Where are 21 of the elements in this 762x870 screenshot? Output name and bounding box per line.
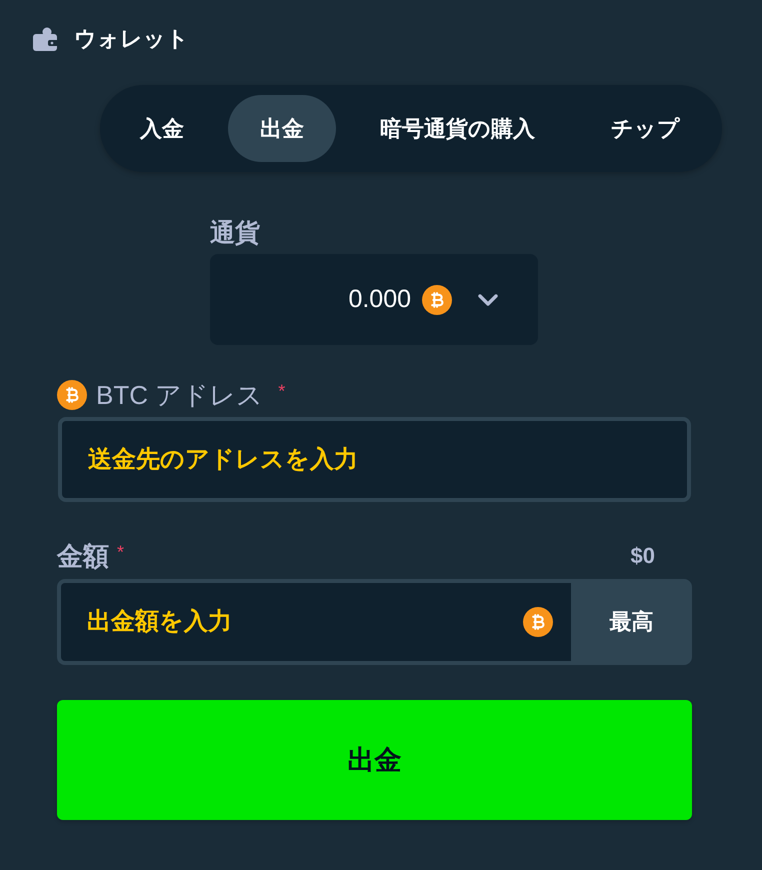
wallet-title: ウォレット [74, 26, 189, 52]
address-label: BTC アドレス [96, 379, 264, 411]
wallet-icon [33, 27, 59, 51]
required-mark: * [117, 542, 124, 563]
amount-input-field[interactable]: 出金額を入力 [57, 579, 571, 665]
tab[interactable]: 入金 [108, 95, 216, 162]
bitcoin-icon [57, 380, 87, 410]
address-input-field[interactable]: 送金先のアドレスを入力 [58, 417, 691, 502]
tab[interactable]: チップ [579, 95, 712, 162]
tab[interactable]: 出金 [228, 95, 336, 162]
withdraw-button[interactable]: 出金 [57, 700, 692, 820]
amount-label: 金額 [57, 540, 109, 572]
currency-select[interactable]: 0.000 [210, 254, 538, 345]
chevron-down-icon [478, 294, 498, 306]
usd-value: $0 [630, 543, 655, 569]
bitcoin-icon [422, 284, 452, 314]
bitcoin-icon [523, 607, 553, 637]
max-button[interactable]: 最高 [571, 579, 692, 665]
currency-label: 通貨 [210, 218, 260, 248]
required-mark: * [278, 381, 286, 402]
tab[interactable]: 暗号通貨の購入 [348, 95, 567, 162]
